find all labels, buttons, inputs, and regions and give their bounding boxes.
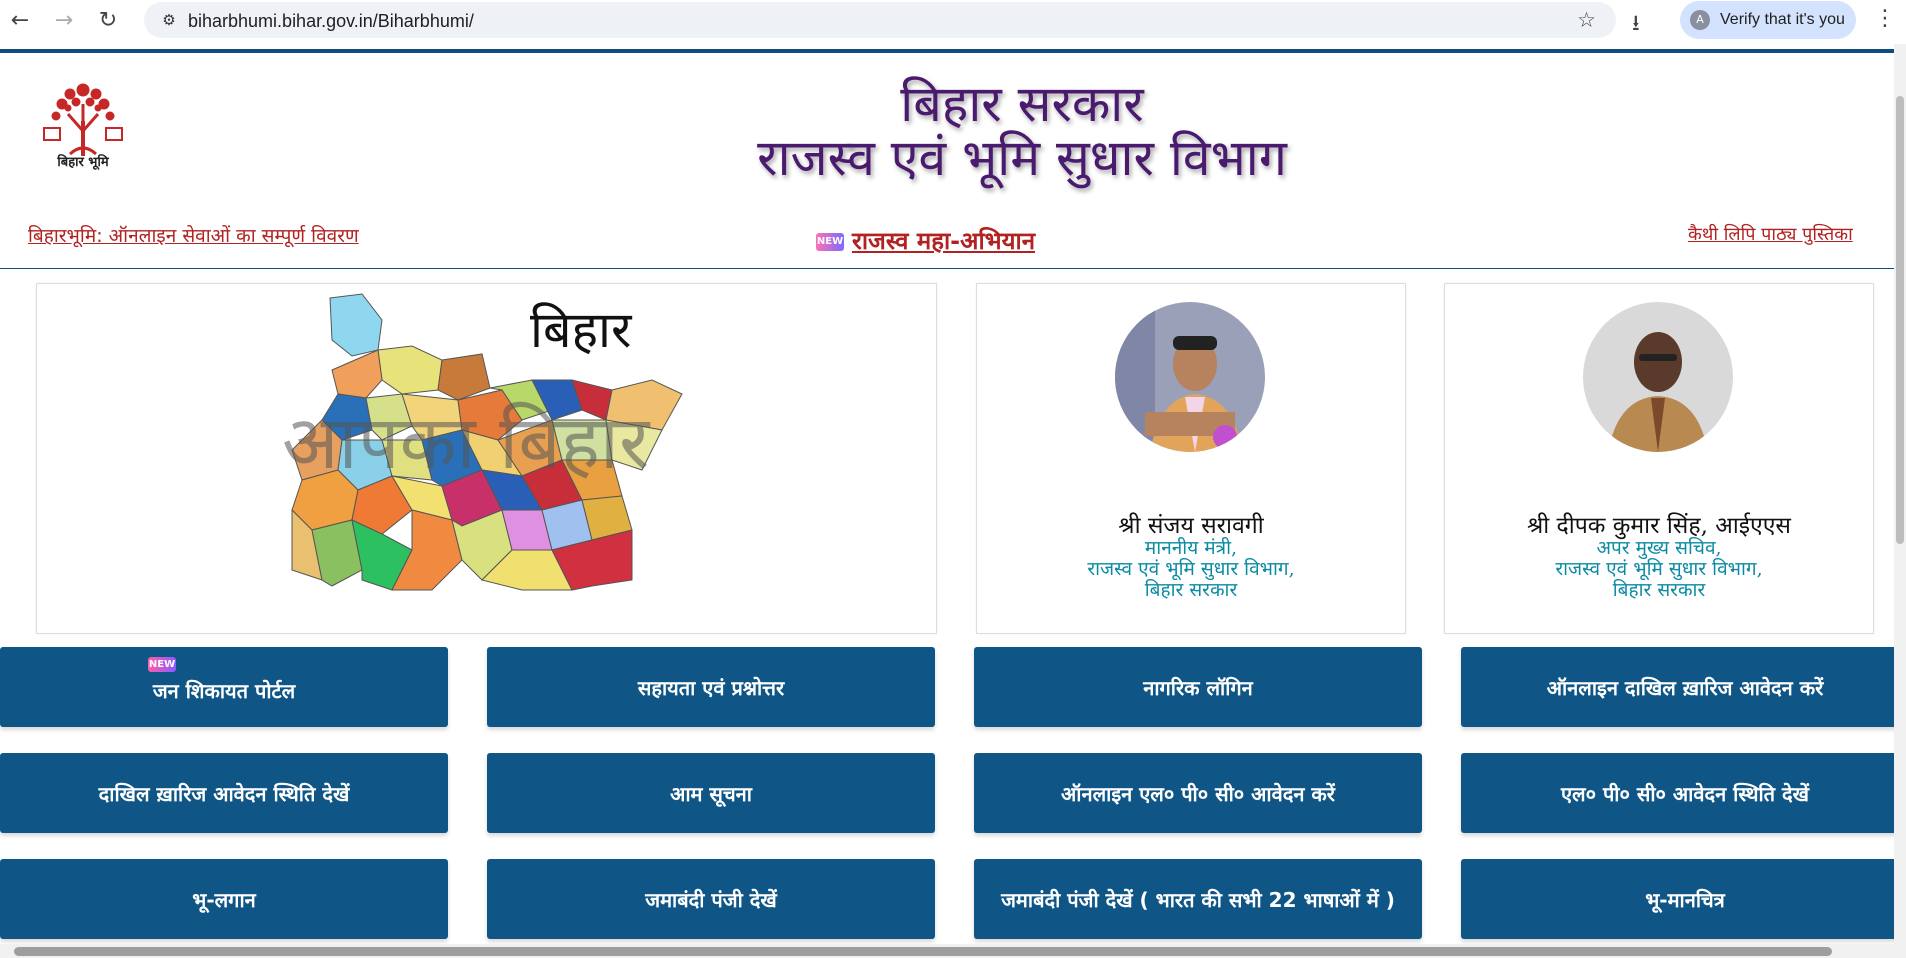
vertical-scrollbar[interactable]	[1894, 44, 1906, 958]
button-label: जमाबंदी पंजी देखें	[645, 887, 777, 912]
horizontal-scrollbar[interactable]	[0, 944, 1894, 958]
secretary-designation-line3: बिहार सरकार	[1612, 579, 1706, 601]
url-text[interactable]: biharbhumi.bihar.gov.in/Biharbhumi/	[188, 2, 474, 40]
online-lpc-apply-button[interactable]: ऑनलाइन एल० पी० सी० आवेदन करें	[974, 753, 1422, 833]
verify-label: Verify that it's you	[1720, 11, 1845, 28]
public-notice-button[interactable]: आम सूचना	[487, 753, 935, 833]
button-label: भू-लगान	[192, 887, 256, 912]
view-jamabandi-register-button[interactable]: जमाबंदी पंजी देखें	[487, 859, 935, 939]
minister-card: श्री संजय सरावगी माननीय मंत्री, राजस्व ए…	[976, 283, 1406, 634]
kaithi-book-link[interactable]: कैथी लिपि पाठ्य पुस्तिका	[1688, 222, 1853, 246]
help-faq-button[interactable]: सहायता एवं प्रश्नोत्तर	[487, 647, 935, 727]
mutation-status-button[interactable]: दाखिल ख़ारिज आवेदन स्थिति देखें	[0, 753, 448, 833]
profile-verify-button[interactable]: A Verify that it's you	[1680, 1, 1856, 39]
new-badge-icon: NEW	[816, 233, 844, 251]
browser-toolbar: ← → ↻ ⚙ biharbhumi.bihar.gov.in/Biharbhu…	[0, 0, 1906, 40]
online-services-link[interactable]: बिहारभूमि: ऑनलाइन सेवाओं का सम्पूर्ण विव…	[28, 222, 359, 248]
minister-designation-line1: माननीय मंत्री,	[1144, 537, 1238, 559]
citizen-login-button[interactable]: नागरिक लॉगिन	[974, 647, 1422, 727]
button-label: ऑनलाइन दाखिल ख़ारिज आवेदन करें	[1546, 675, 1824, 700]
land-revenue-button[interactable]: भू-लगान	[0, 859, 448, 939]
button-label: जमाबंदी पंजी देखें ( भारत की सभी 22 भाषा…	[1001, 887, 1395, 912]
button-label: एल० पी० सी० आवेदन स्थिति देखें	[1560, 781, 1810, 806]
secretary-card: श्री दीपक कुमार सिंह, आईएएस अपर मुख्य सच…	[1444, 283, 1874, 634]
revenue-campaign-link[interactable]: राजस्व महा-अभियान	[852, 224, 1035, 257]
view-jamabandi-22-languages-button[interactable]: जमाबंदी पंजी देखें ( भारत की सभी 22 भाषा…	[974, 859, 1422, 939]
minister-photo	[1115, 302, 1265, 452]
top-divider	[0, 49, 1894, 53]
avatar: A	[1690, 10, 1710, 30]
map-watermark: आपका बिहार	[282, 400, 651, 486]
reload-icon[interactable]: ↻	[94, 6, 122, 34]
menu-kebab-icon[interactable]: ⋮	[1874, 6, 1896, 31]
minister-designation: माननीय मंत्री, राजस्व एवं भूमि सुधार विभ…	[977, 538, 1405, 601]
minister-designation-line2: राजस्व एवं भूमि सुधार विभाग,	[1087, 558, 1295, 580]
lpc-status-button[interactable]: एल० पी० सी० आवेदन स्थिति देखें	[1461, 753, 1906, 833]
button-label: सहायता एवं प्रश्नोत्तर	[637, 675, 785, 700]
vertical-scroll-thumb[interactable]	[1896, 96, 1904, 544]
secretary-designation-line2: राजस्व एवं भूमि सुधार विभाग,	[1555, 558, 1763, 580]
forward-icon[interactable]: →	[50, 6, 78, 34]
minister-name: श्री संजय सरावगी	[1118, 513, 1264, 539]
secretary-photo	[1583, 302, 1733, 452]
back-icon[interactable]: ←	[6, 6, 34, 34]
button-label: दाखिल ख़ारिज आवेदन स्थिति देखें	[98, 781, 350, 806]
button-label: जन शिकायत पोर्टल	[152, 678, 296, 703]
bihar-map-image[interactable]: आपका बिहार	[282, 290, 694, 610]
button-label: आम सूचना	[670, 781, 752, 806]
download-icon[interactable]: ⭳	[1632, 6, 1640, 44]
secretary-designation: अपर मुख्य सचिव, राजस्व एवं भूमि सुधार वि…	[1445, 538, 1873, 601]
address-bar[interactable]: ⚙ biharbhumi.bihar.gov.in/Biharbhumi/ ☆	[144, 2, 1616, 38]
secretary-name: श्री दीपक कुमार सिंह, आईएएस	[1527, 513, 1791, 539]
land-map-button[interactable]: भू-मानचित्र	[1461, 859, 1906, 939]
bookmark-star-icon[interactable]: ☆	[1577, 8, 1596, 32]
page-title-department: राजस्व एवं भूमि सुधार विभाग	[757, 129, 1287, 187]
online-mutation-apply-button[interactable]: ऑनलाइन दाखिल ख़ारिज आवेदन करें	[1461, 647, 1906, 727]
button-label: भू-मानचित्र	[1645, 887, 1725, 912]
public-grievance-portal-button[interactable]: NEW जन शिकायत पोर्टल	[0, 647, 448, 727]
new-badge: NEW	[148, 657, 176, 672]
header-divider	[0, 268, 1894, 269]
horizontal-scroll-thumb[interactable]	[14, 947, 1832, 956]
map-title: बिहार	[530, 301, 632, 359]
site-settings-icon[interactable]: ⚙	[160, 11, 178, 29]
secretary-designation-line1: अपर मुख्य सचिव,	[1596, 537, 1722, 559]
button-label: ऑनलाइन एल० पी० सी० आवेदन करें	[1061, 781, 1335, 806]
button-label: नागरिक लॉगिन	[1143, 675, 1253, 700]
minister-designation-line3: बिहार सरकार	[1144, 579, 1238, 601]
